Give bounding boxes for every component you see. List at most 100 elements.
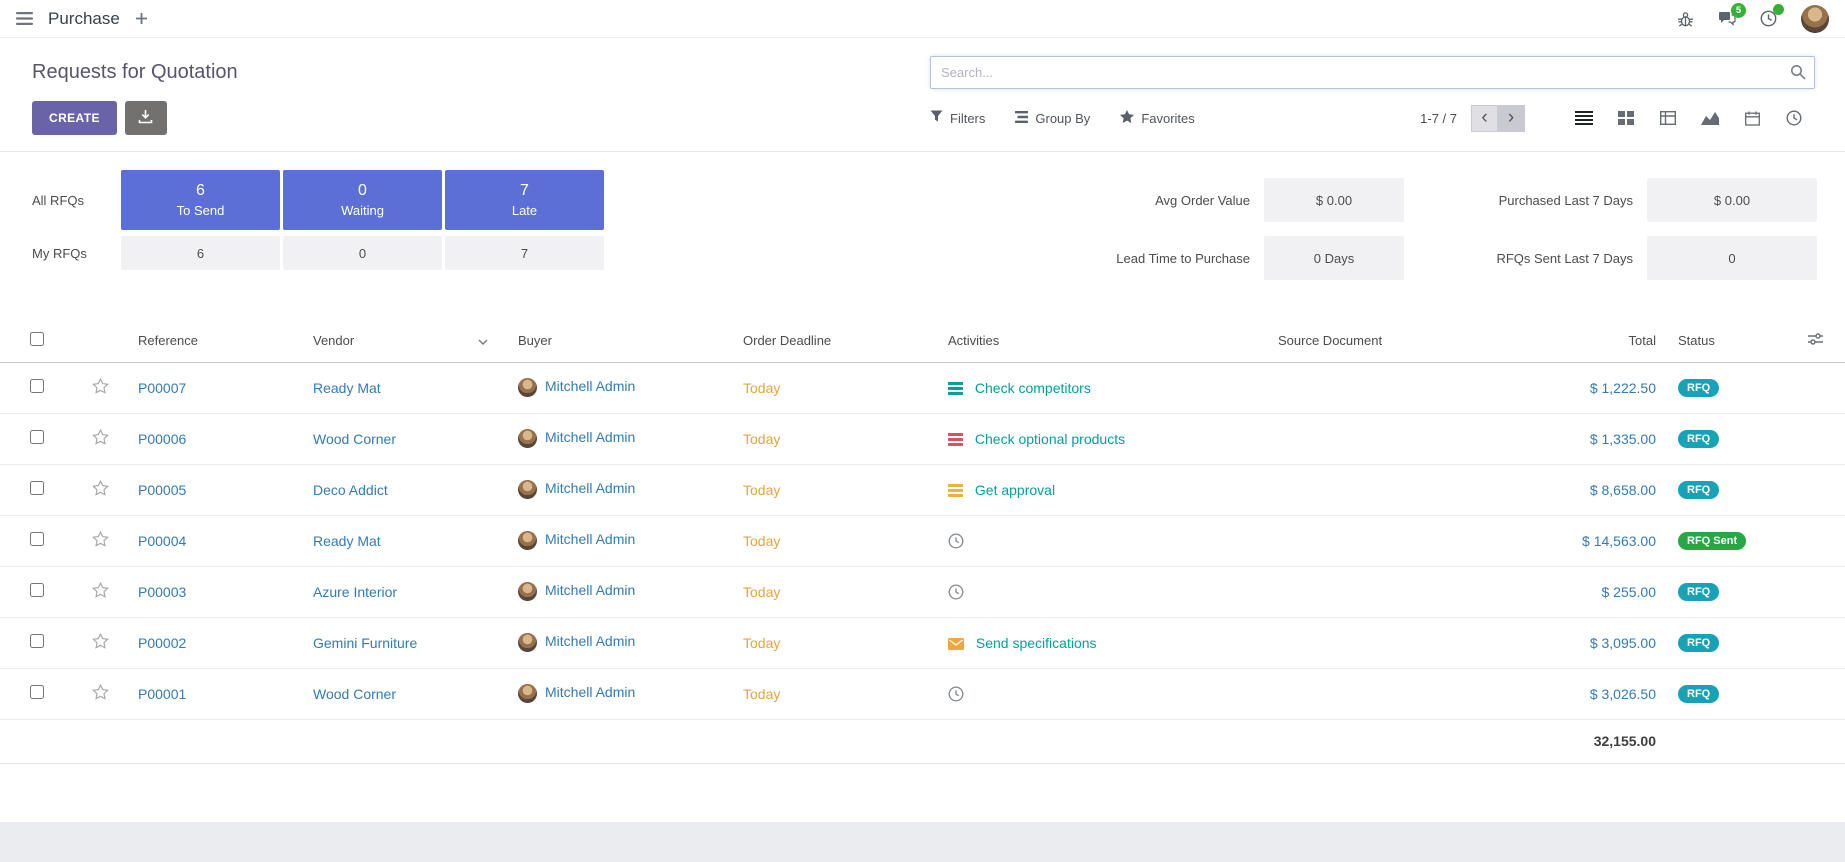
favorite-star-icon[interactable]: [92, 429, 109, 445]
reference-link[interactable]: P00005: [138, 482, 186, 498]
favorite-star-icon[interactable]: [92, 582, 109, 598]
row-checkbox[interactable]: [30, 379, 44, 393]
tasks-icon[interactable]: [948, 433, 963, 446]
column-header-activities[interactable]: Activities: [940, 320, 1270, 362]
tile-waiting[interactable]: 0 Waiting: [283, 170, 442, 230]
vendor-link[interactable]: Ready Mat: [313, 380, 381, 396]
tasks-icon[interactable]: [948, 382, 963, 395]
bug-icon[interactable]: [1677, 11, 1694, 27]
select-all-checkbox[interactable]: [30, 332, 44, 346]
stat-value-avg-order[interactable]: $ 0.00: [1264, 178, 1404, 222]
table-row: P00001 Wood Corner Mitchell Admin Today …: [0, 668, 1845, 719]
row-checkbox[interactable]: [30, 532, 44, 546]
activity-label[interactable]: Check optional products: [975, 431, 1125, 447]
search-icon[interactable]: [1790, 64, 1806, 83]
column-header-status[interactable]: Status: [1670, 320, 1785, 362]
pager-previous-button[interactable]: ‹: [1471, 105, 1498, 132]
tile-late[interactable]: 7 Late: [445, 170, 604, 230]
pivot-view-button[interactable]: [1647, 103, 1689, 133]
vendor-link[interactable]: Gemini Furniture: [313, 635, 417, 651]
status-badge: RFQ: [1678, 583, 1719, 601]
reference-link[interactable]: P00007: [138, 380, 186, 396]
favorite-star-icon[interactable]: [92, 684, 109, 700]
activity-label[interactable]: Send specifications: [976, 635, 1097, 651]
buyer-link[interactable]: Mitchell Admin: [545, 480, 635, 496]
favorite-star-icon[interactable]: [92, 633, 109, 649]
row-checkbox[interactable]: [30, 430, 44, 444]
filters-button[interactable]: Filters: [930, 110, 985, 126]
graph-view-button[interactable]: [1689, 103, 1731, 133]
my-to-send-count[interactable]: 6: [121, 236, 280, 270]
list-view-button[interactable]: [1563, 103, 1605, 133]
vendor-link[interactable]: Deco Addict: [313, 482, 388, 498]
stat-value-rfqs-sent-7d[interactable]: 0: [1647, 236, 1817, 280]
reference-link[interactable]: P00001: [138, 686, 186, 702]
pager-next-button[interactable]: ›: [1498, 105, 1525, 132]
favorites-button[interactable]: Favorites: [1120, 110, 1194, 126]
row-checkbox[interactable]: [30, 481, 44, 495]
group-by-button[interactable]: Group By: [1015, 111, 1090, 126]
status-badge: RFQ: [1678, 685, 1719, 703]
plus-icon[interactable]: [135, 12, 148, 25]
buyer-link[interactable]: Mitchell Admin: [545, 378, 635, 394]
buyer-link[interactable]: Mitchell Admin: [545, 684, 635, 700]
column-header-buyer[interactable]: Buyer: [510, 320, 735, 362]
activities-icon[interactable]: [1760, 10, 1777, 27]
buyer-avatar: [518, 582, 537, 601]
calendar-view-button[interactable]: [1731, 103, 1773, 133]
buyer-link[interactable]: Mitchell Admin: [545, 582, 635, 598]
optional-columns-button[interactable]: [1808, 333, 1823, 345]
reference-link[interactable]: P00006: [138, 431, 186, 447]
user-avatar[interactable]: [1801, 5, 1829, 33]
kanban-view-button[interactable]: [1605, 103, 1647, 133]
tasks-icon[interactable]: [948, 484, 963, 497]
source-document: [1270, 464, 1560, 515]
menu-icon[interactable]: [16, 12, 33, 25]
column-header-total[interactable]: Total: [1560, 320, 1670, 362]
tile-count: 0: [358, 182, 367, 200]
content-bottom-space: [0, 764, 1845, 822]
reference-link[interactable]: P00002: [138, 635, 186, 651]
order-deadline: Today: [735, 362, 940, 413]
create-button[interactable]: CREATE: [32, 101, 117, 135]
buyer-link[interactable]: Mitchell Admin: [545, 531, 635, 547]
activity-label[interactable]: Check competitors: [975, 380, 1091, 396]
reference-link[interactable]: P00003: [138, 584, 186, 600]
column-header-vendor[interactable]: Vendor: [305, 320, 510, 362]
clock-icon[interactable]: [948, 686, 964, 702]
buyer-link[interactable]: Mitchell Admin: [545, 429, 635, 445]
app-title[interactable]: Purchase: [48, 9, 120, 29]
vendor-link[interactable]: Wood Corner: [313, 686, 396, 702]
column-label: Order Deadline: [743, 333, 831, 348]
favorite-star-icon[interactable]: [92, 378, 109, 394]
row-checkbox[interactable]: [30, 685, 44, 699]
table-row: P00005 Deco Addict Mitchell Admin Today …: [0, 464, 1845, 515]
row-checkbox[interactable]: [30, 583, 44, 597]
vendor-link[interactable]: Ready Mat: [313, 533, 381, 549]
favorite-star-icon[interactable]: [92, 480, 109, 496]
vendor-link[interactable]: Wood Corner: [313, 431, 396, 447]
activity-view-button[interactable]: [1773, 103, 1815, 133]
export-button[interactable]: [125, 101, 167, 135]
row-checkbox[interactable]: [30, 634, 44, 648]
clock-icon[interactable]: [948, 533, 964, 549]
favorite-star-icon[interactable]: [92, 531, 109, 547]
my-late-count[interactable]: 7: [445, 236, 604, 270]
column-header-reference[interactable]: Reference: [130, 320, 305, 362]
stat-value-purchased-7d[interactable]: $ 0.00: [1647, 178, 1817, 222]
vendor-link[interactable]: Azure Interior: [313, 584, 397, 600]
clock-icon[interactable]: [948, 584, 964, 600]
reference-link[interactable]: P00004: [138, 533, 186, 549]
column-header-deadline[interactable]: Order Deadline: [735, 320, 940, 362]
my-waiting-count[interactable]: 0: [283, 236, 442, 270]
stat-value-lead-time[interactable]: 0 Days: [1264, 236, 1404, 280]
tile-to-send[interactable]: 6 To Send: [121, 170, 280, 230]
messages-icon[interactable]: 5: [1718, 11, 1736, 27]
search-input[interactable]: [930, 56, 1815, 89]
column-header-source[interactable]: Source Document: [1270, 320, 1560, 362]
buyer-link[interactable]: Mitchell Admin: [545, 633, 635, 649]
column-label: Total: [1629, 333, 1656, 348]
stat-label: Purchased Last 7 Days: [1418, 193, 1633, 208]
activity-label[interactable]: Get approval: [975, 482, 1055, 498]
envelope-icon[interactable]: [948, 638, 964, 650]
